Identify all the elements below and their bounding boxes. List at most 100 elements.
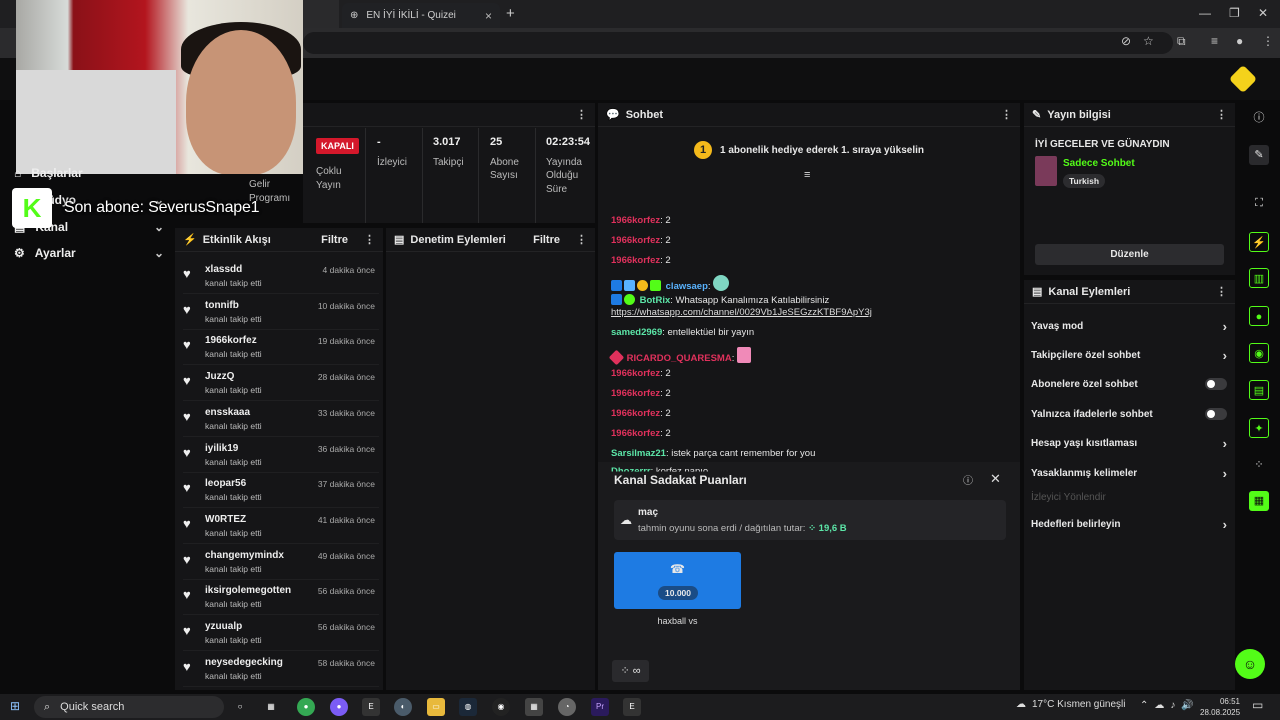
more-icon[interactable]: ⋮ [1216, 108, 1227, 121]
category-thumbnail [1035, 156, 1057, 186]
feed-action: kanalı takip etti [205, 349, 262, 360]
menu-icon[interactable]: ⋮ [1262, 34, 1274, 48]
feed-username[interactable]: ensskaaa [205, 407, 250, 418]
chat-link[interactable]: https://whatsapp.com/channel/0029Vb1JeSE… [611, 307, 872, 318]
wrench-icon[interactable]: ✦ [1249, 418, 1269, 438]
info-icon[interactable]: ⓘ [963, 472, 973, 487]
help-chat-icon[interactable]: ☺ [1235, 649, 1265, 679]
feed-username[interactable]: leopar56 [205, 478, 246, 489]
edit-button[interactable]: Düzenle [1035, 244, 1224, 265]
layout-icon[interactable]: ▤ [1249, 380, 1269, 400]
clipboard-icon[interactable]: ▥ [1249, 268, 1269, 288]
windows-start-icon[interactable]: ⊞ [10, 699, 20, 713]
stream-title: İYİ GECELER VE GÜNAYDIN [1035, 139, 1170, 150]
mod-filter-button[interactable]: Filtre [533, 234, 560, 246]
category-link[interactable]: Sadece Sohbet [1063, 158, 1135, 169]
new-tab-button[interactable]: + [506, 5, 515, 22]
notification-icon[interactable]: ▭ [1252, 698, 1263, 712]
epic-icon[interactable]: E [623, 698, 641, 716]
close-icon[interactable]: ✕ [990, 471, 1001, 487]
followers-stat: 3.017 Takipçi [433, 136, 464, 168]
lightning-icon[interactable]: ⚡ [1249, 232, 1269, 252]
profile-avatar[interactable]: ● [1236, 34, 1243, 48]
extensions-icon[interactable]: ⧉ [1177, 34, 1186, 49]
epic-icon[interactable]: E [362, 698, 380, 716]
close-tab-icon[interactable]: × [485, 9, 492, 23]
feed-item: ♥ yzuualp kanalı takip etti 56 dakika önce [183, 619, 379, 651]
browser-tab-active[interactable] [303, 0, 339, 28]
feed-time: 28 dakika önce [317, 372, 375, 383]
folder-icon[interactable]: ▭ [427, 698, 445, 716]
feed-action: kanalı takip etti [205, 635, 262, 645]
broadcast-icon[interactable]: ◉ [1249, 343, 1269, 363]
expand-icon[interactable]: ⛶ [1249, 193, 1269, 213]
app-icon[interactable]: ◐ [394, 698, 412, 716]
minimize-icon[interactable]: — [1199, 6, 1211, 20]
more-icon[interactable]: ⋮ [576, 233, 587, 246]
close-window-icon[interactable]: ✕ [1258, 6, 1268, 20]
feed-username[interactable]: 1966korfez [205, 335, 257, 346]
prediction-text: tahmin oyunu sona erdi / dağıtılan tutar… [638, 523, 847, 534]
reward-card[interactable]: ☎ 10.000 [614, 552, 741, 609]
feed-username[interactable]: JuzzQ [205, 371, 234, 382]
pencil-icon[interactable]: ✎ [1249, 145, 1269, 165]
slow-mode-action[interactable]: Yavaş mod › [1031, 319, 1227, 334]
tag-pill[interactable]: Turkish [1063, 174, 1106, 188]
feed-username[interactable]: tonnifb [205, 300, 239, 311]
chat-message: BotRix: Whatsapp Kanalımıza Katılabilirs… [611, 294, 829, 306]
feed-username[interactable]: neysedegecking [205, 657, 283, 668]
followers-only-action[interactable]: Takipçilere özel sohbet › [1031, 348, 1227, 363]
clapper-icon[interactable]: ▦ [1249, 491, 1269, 511]
tray-icons[interactable]: ⌃☁♪🔊 [1140, 700, 1200, 711]
weather-widget[interactable]: ☁ 17°C Kısmen güneşli [1016, 699, 1126, 710]
eye-off-icon[interactable]: ⊘ [1121, 34, 1131, 48]
feed-username[interactable]: xlassdd [205, 264, 242, 275]
star-icon[interactable]: ☆ [1143, 34, 1154, 48]
prediction-card[interactable]: ☁ maç tahmin oyunu sona erdi / dağıtılan… [614, 500, 1006, 540]
obs-icon[interactable]: ◉ [492, 698, 510, 716]
more-icon[interactable]: ⋮ [1216, 285, 1227, 298]
pinned-text: 1 abonelik hediye ederek 1. sıraya yükse… [720, 144, 924, 156]
feed-username[interactable]: iyilik19 [205, 443, 238, 454]
chevron-right-icon: › [1222, 319, 1227, 334]
pinned-gift-banner[interactable]: 1 1 abonelik hediye ederek 1. sıraya yük… [598, 128, 1020, 172]
feed-username[interactable]: yzuualp [205, 621, 242, 632]
feed-username[interactable]: iksirgolemegotten [205, 585, 291, 596]
info-icon[interactable]: ⓘ [1249, 108, 1269, 128]
chrome-icon[interactable]: ● [297, 698, 315, 716]
points-balance-button[interactable]: ⁘ ∞ [612, 660, 649, 682]
account-age-action[interactable]: Hesap yaşı kısıtlaması › [1031, 436, 1227, 451]
steam-icon[interactable]: ◍ [459, 698, 477, 716]
feed-action: kanalı takip etti [205, 670, 262, 681]
apps-icon[interactable]: ▦ [525, 698, 543, 716]
browser-tab[interactable]: ⊕ EN İYİ İKİLİ - Quizei × [342, 3, 500, 28]
subs-only-toggle[interactable] [1205, 378, 1227, 390]
collapse-icon[interactable]: ≡ [804, 169, 810, 181]
more-icon[interactable]: ⋮ [576, 108, 587, 121]
coklu-label: Çoklu Yayın [316, 166, 342, 191]
taskbar-search[interactable]: ⌕ Quick search [34, 696, 224, 718]
widgets-icon[interactable]: ▦ [262, 698, 280, 716]
more-icon[interactable]: ⋮ [1001, 108, 1012, 121]
messenger-icon[interactable]: ● [330, 698, 348, 716]
chat-bubble-icon[interactable]: ● [1249, 306, 1269, 326]
address-bar[interactable] [303, 32, 1173, 54]
goals-action[interactable]: Hedefleri belirleyin › [1031, 517, 1227, 532]
badge-icon [637, 280, 648, 291]
app-icon[interactable]: ◔ [558, 698, 576, 716]
more-icon[interactable]: ⋮ [364, 233, 375, 246]
emote-only-toggle[interactable] [1205, 408, 1227, 420]
feed-filter-button[interactable]: Filtre [321, 234, 348, 246]
taskbar-clock[interactable]: 06:51 28.08.2025 [1200, 696, 1240, 718]
feed-username[interactable]: W0RTEZ [205, 514, 246, 525]
feed-username[interactable]: changemymindx [205, 550, 284, 561]
sidebar-item-settings[interactable]: ⚙ Ayarlar ⌄ [14, 246, 164, 260]
restore-icon[interactable]: ❐ [1229, 6, 1240, 20]
media-icon[interactable]: ≡ [1211, 34, 1218, 48]
sidebar-item-home[interactable]: ⌂ Başlarlar [14, 166, 164, 180]
premiere-icon[interactable]: Pr [591, 698, 609, 716]
task-view-icon[interactable]: ○ [231, 698, 249, 716]
banned-words-action[interactable]: Yasaklanmış kelimeler › [1031, 466, 1227, 481]
heart-icon: ♥ [183, 301, 191, 317]
points-icon[interactable]: ⁘ [1249, 455, 1269, 475]
